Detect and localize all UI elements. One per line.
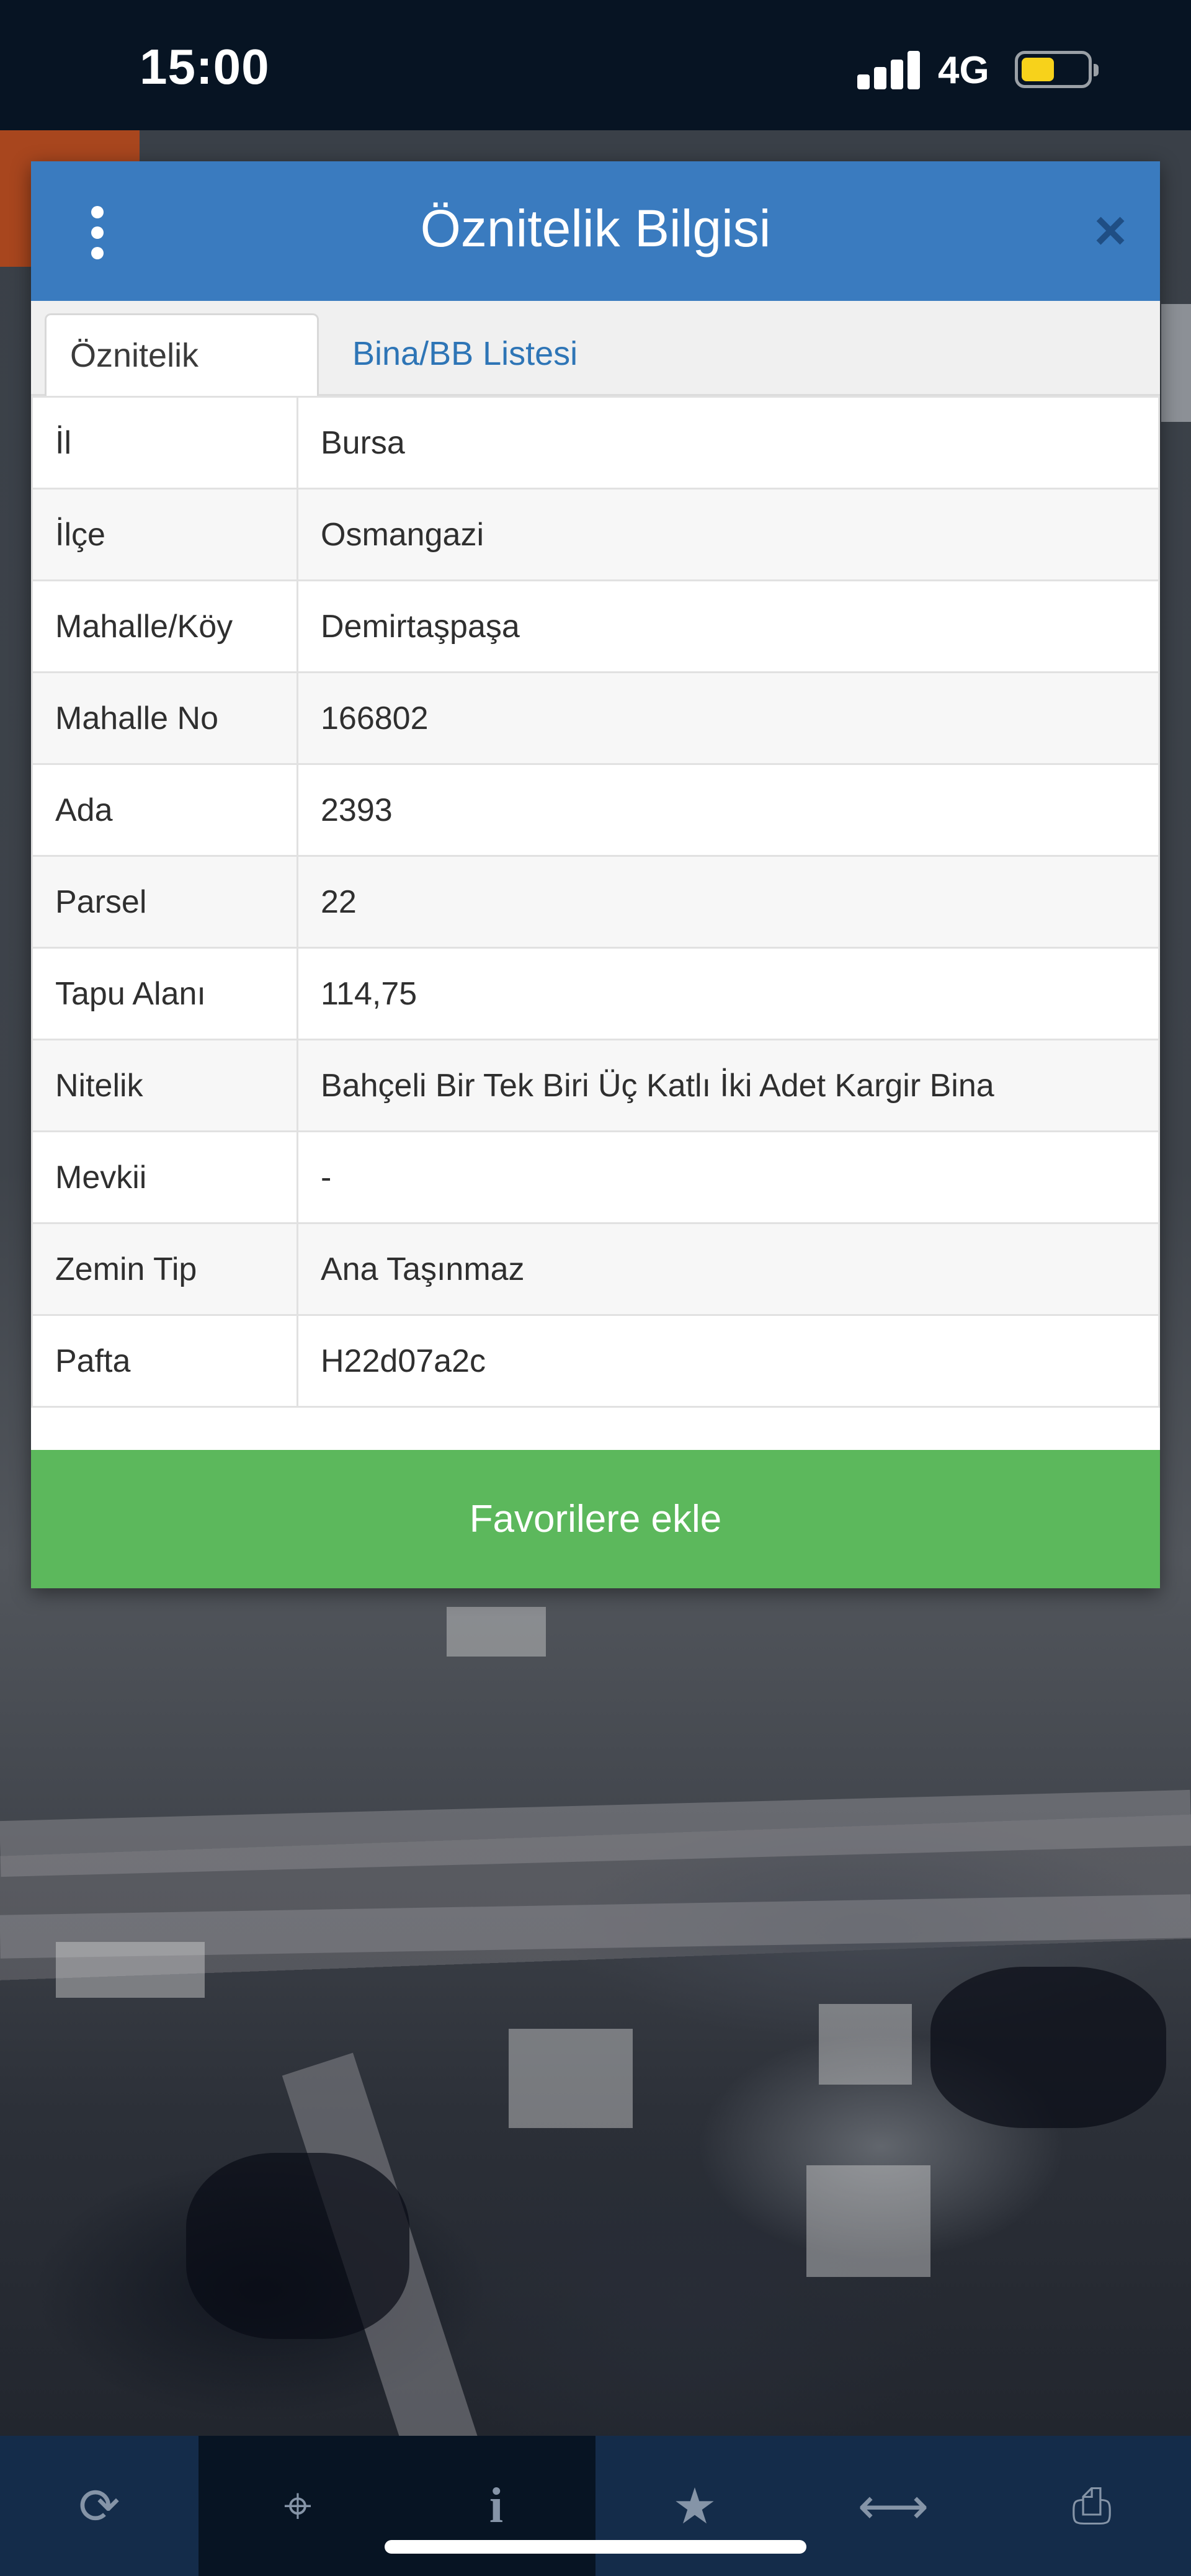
row-key: Mahalle No [31, 671, 298, 765]
tab-bar: Öznitelik Bilgisi Bina/BB Listesi [31, 301, 1160, 455]
table-row: Parsel 22 [31, 855, 1160, 949]
add-to-favorites-button[interactable]: Favorilere ekle [31, 1450, 1160, 1588]
row-key: Ada [31, 763, 298, 857]
row-value: Demirtaşpaşa [297, 579, 1160, 673]
row-key: İlçe [31, 488, 298, 581]
map-building [509, 2029, 633, 2128]
attribute-dialog: Öznitelik Bilgisi × Öznitelik Bilgisi Bi… [31, 161, 1160, 1588]
status-time: 15:00 [140, 39, 270, 94]
map-building [56, 1942, 205, 1998]
row-value: Bahçeli Bir Tek Biri Üç Katlı İki Adet K… [297, 1039, 1160, 1132]
bottom-toolbar: ⟳ ⌖ i ★ ⟷ ⎙ [0, 2436, 1191, 2576]
map-strip [1161, 304, 1191, 422]
tab-building-list[interactable]: Bina/BB Listesi [329, 313, 601, 394]
row-value: 166802 [297, 671, 1160, 765]
close-icon[interactable]: × [1086, 203, 1135, 259]
locate-icon[interactable]: ⌖ [198, 2436, 397, 2576]
dialog-title: Öznitelik Bilgisi [420, 199, 771, 257]
map-building [819, 2004, 912, 2085]
row-key: İl [31, 396, 298, 490]
table-row: Pafta H22d07a2c [31, 1314, 1160, 1408]
map-building [806, 2165, 930, 2277]
row-value: H22d07a2c [297, 1314, 1160, 1408]
row-key: Mevkii [31, 1130, 298, 1224]
table-row: Mevkii - [31, 1130, 1160, 1224]
row-value: 22 [297, 855, 1160, 949]
row-value: Ana Taşınmaz [297, 1222, 1160, 1316]
table-row: İl Bursa [31, 396, 1160, 490]
table-row: Tapu Alanı 114,75 [31, 947, 1160, 1040]
map-shadow [930, 1967, 1166, 2128]
row-value: - [297, 1130, 1160, 1224]
refresh-icon[interactable]: ⟳ [0, 2436, 198, 2576]
table-row: İlçe Osmangazi [31, 488, 1160, 581]
map-building [447, 1607, 546, 1657]
table-row: Mahalle/Köy Demirtaşpaşa [31, 579, 1160, 673]
row-key: Nitelik [31, 1039, 298, 1132]
dialog-header: Öznitelik Bilgisi × [31, 161, 1160, 301]
attribute-table: İl Bursa İlçe Osmangazi Mahalle/Köy Demirta… [31, 396, 1160, 1408]
row-value: Bursa [297, 396, 1160, 490]
row-key: Mahalle/Köy [31, 579, 298, 673]
table-row: Zemin Tip Ana Taşınmaz [31, 1222, 1160, 1316]
tab-attribute-info[interactable]: Öznitelik Bilgisi [45, 313, 319, 455]
row-value: Osmangazi [297, 488, 1160, 581]
network-type: 4G [938, 49, 989, 92]
row-key: Pafta [31, 1314, 298, 1408]
row-key: Zemin Tip [31, 1222, 298, 1316]
status-bar: 15:00 4G [0, 0, 1191, 130]
map-shadow [186, 2153, 409, 2339]
row-key: Parsel [31, 855, 298, 949]
home-indicator[interactable] [385, 2540, 806, 2554]
row-key: Tapu Alanı [31, 947, 298, 1040]
info-icon[interactable]: i [397, 2436, 596, 2576]
row-value: 114,75 [297, 947, 1160, 1040]
star-icon[interactable]: ★ [596, 2436, 794, 2576]
print-icon[interactable]: ⎙ [993, 2436, 1191, 2576]
row-value: 2393 [297, 763, 1160, 857]
table-row: Mahalle No 166802 [31, 671, 1160, 765]
measure-icon[interactable]: ⟷ [794, 2436, 993, 2576]
table-row: Ada 2393 [31, 763, 1160, 857]
map-road [0, 1789, 1191, 1877]
signal-icon [857, 51, 921, 89]
battery-icon [1015, 51, 1099, 88]
table-row: Nitelik Bahçeli Bir Tek Biri Üç Katlı İki… [31, 1039, 1160, 1132]
